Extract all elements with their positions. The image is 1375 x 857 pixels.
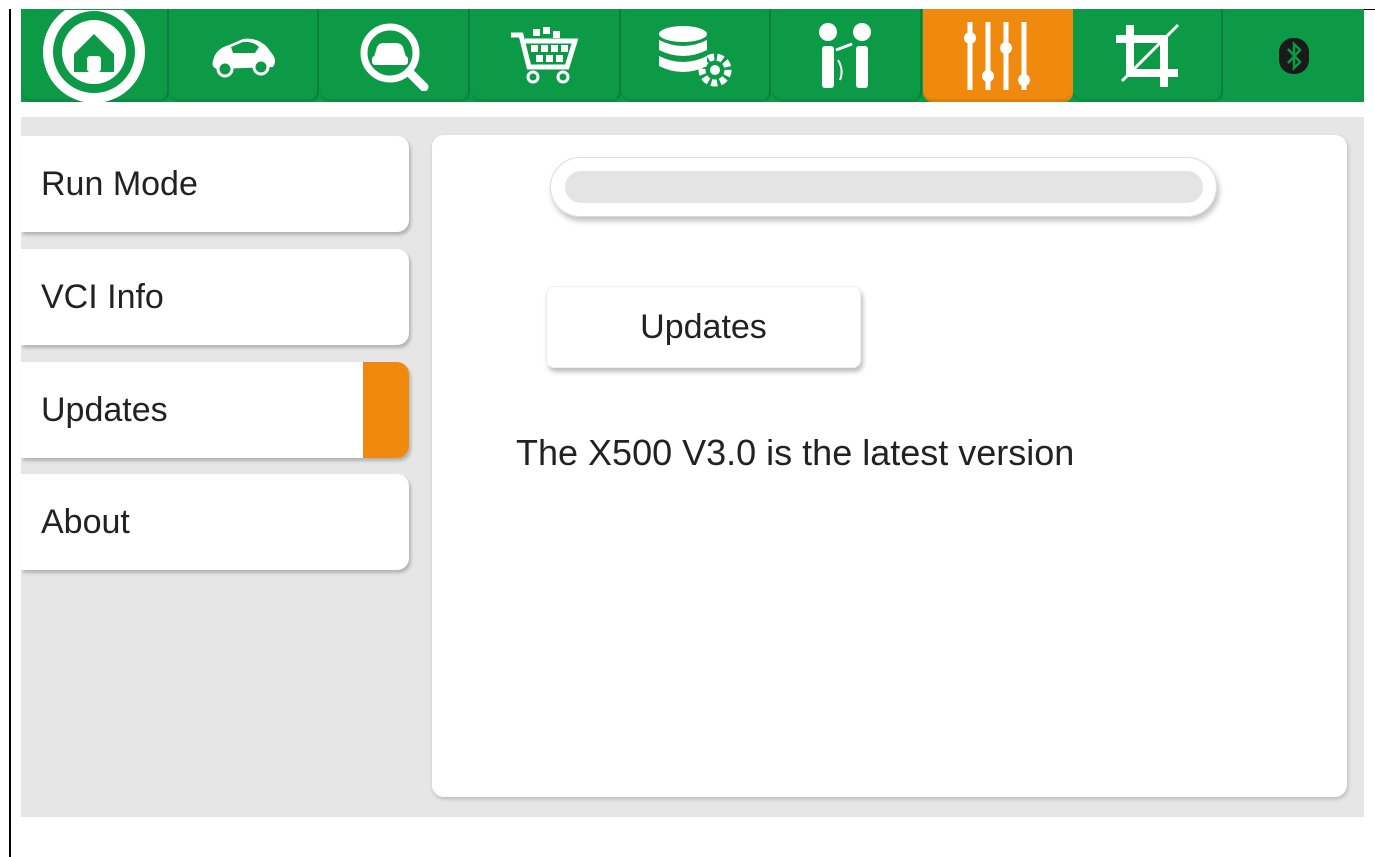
tab-crop[interactable] <box>1073 9 1223 102</box>
top-toolbar <box>21 9 1364 102</box>
frame-top-line <box>1364 9 1375 10</box>
tab-home[interactable] <box>21 9 169 102</box>
database-gear-icon <box>659 25 732 86</box>
selected-indicator <box>363 362 409 458</box>
sidebar-item-label: Run Mode <box>41 164 198 203</box>
car-icon <box>212 38 275 77</box>
sidebar-item-updates[interactable]: Updates <box>21 362 409 458</box>
content-area: Run Mode VCI Info Updates About Updates … <box>21 117 1364 817</box>
tab-people[interactable] <box>772 9 922 102</box>
frame-left-line <box>9 9 11 857</box>
tab-shop[interactable] <box>471 9 621 102</box>
sidebar-item-label: Updates <box>41 390 168 429</box>
updates-panel: Updates The X500 V3.0 is the latest vers… <box>432 135 1347 797</box>
bluetooth-icon <box>1279 37 1309 74</box>
sidebar-item-about[interactable]: About <box>21 474 409 570</box>
sliders-icon <box>964 21 1030 90</box>
sidebar-item-label: About <box>41 502 130 541</box>
home-icon <box>43 9 145 102</box>
updates-button-label: Updates <box>640 307 767 346</box>
sidebar-item-label: VCI Info <box>41 277 164 316</box>
update-progress-bar <box>550 157 1217 217</box>
people-icon <box>819 22 871 88</box>
bluetooth-status <box>1224 9 1364 102</box>
crop-icon <box>1116 23 1180 87</box>
car-search-icon <box>360 23 429 91</box>
tab-settings[interactable] <box>923 9 1073 102</box>
tab-data-settings[interactable] <box>621 9 771 102</box>
sidebar-item-run-mode[interactable]: Run Mode <box>21 136 409 232</box>
cart-icon <box>511 26 579 83</box>
sidebar-item-vci-info[interactable]: VCI Info <box>21 249 409 345</box>
progress-track <box>565 171 1203 203</box>
tab-diagnose-search[interactable] <box>320 9 470 102</box>
tab-vehicle[interactable] <box>169 9 319 102</box>
updates-button[interactable]: Updates <box>546 286 861 368</box>
version-status-message: The X500 V3.0 is the latest version <box>516 432 1075 473</box>
